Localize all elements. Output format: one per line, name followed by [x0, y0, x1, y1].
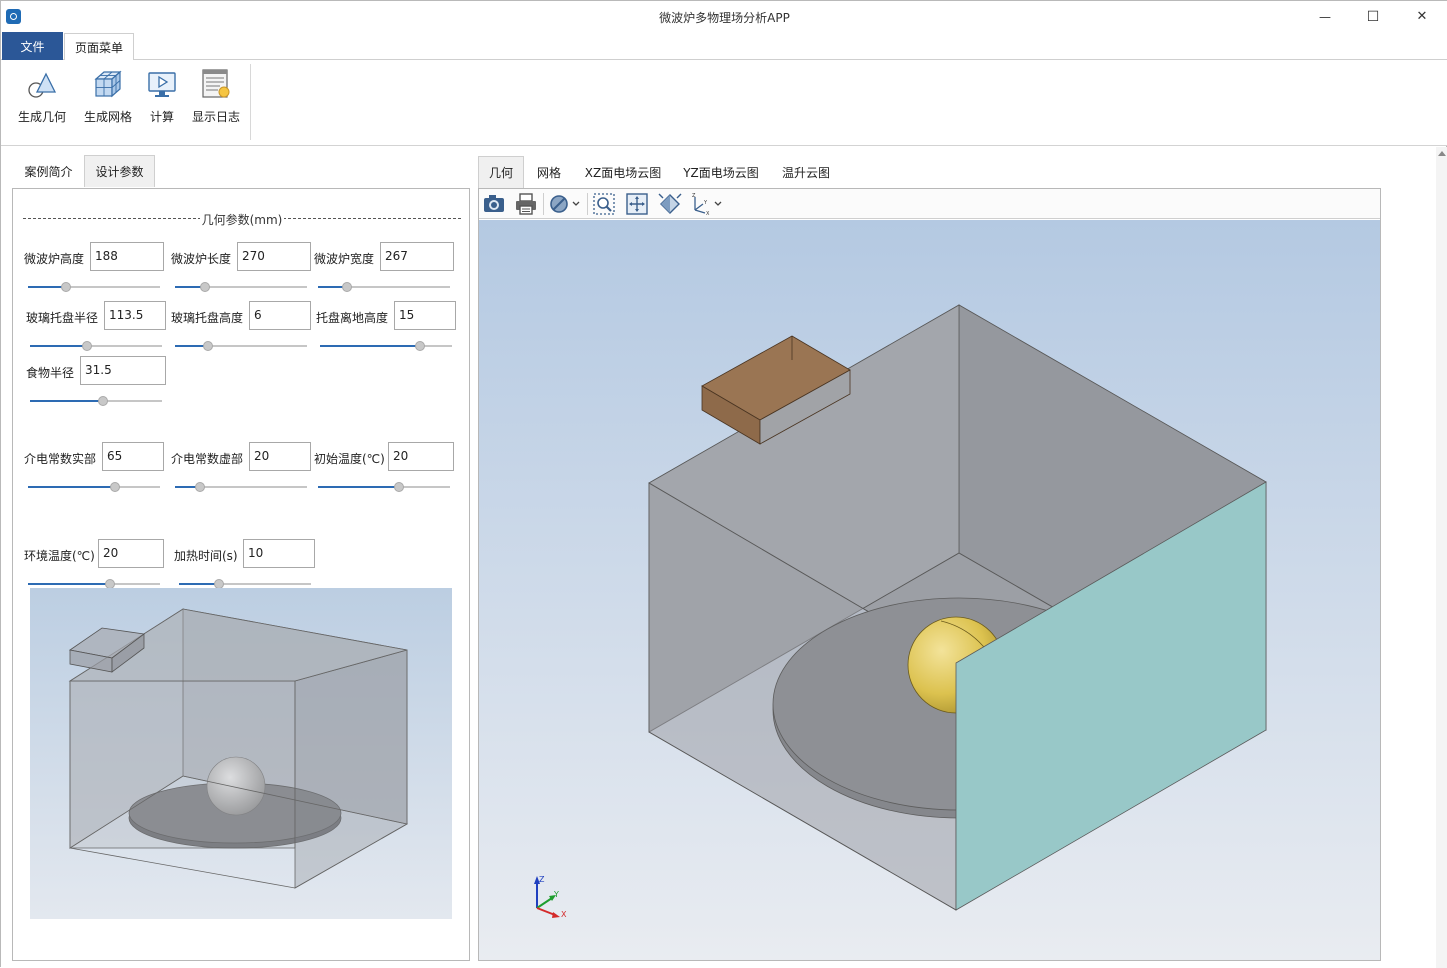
minimize-icon: —	[1319, 9, 1331, 24]
ribbon: 生成几何 生成网格 计算 显示日志	[1, 60, 1447, 146]
scroll-up-icon[interactable]	[1438, 151, 1446, 156]
axis-label-x: X	[561, 910, 567, 919]
axis-label-z: Z	[539, 875, 545, 884]
hide-icon[interactable]	[547, 192, 581, 216]
tab-xz-efield[interactable]: XZ面电场云图	[578, 156, 668, 188]
vertical-scrollbar[interactable]	[1436, 147, 1447, 968]
param-label: 微波炉长度	[171, 252, 232, 266]
tab-case-intro[interactable]: 案例简介	[13, 155, 84, 187]
svg-text:Y: Y	[703, 200, 708, 206]
app-window: 微波炉多物理场分析APP — ☐ ✕ 文件 页面菜单 生成几何 生成网格 计算 …	[0, 0, 1447, 968]
param-label: 介电常数虚部	[171, 452, 244, 466]
param-label: 初始温度(℃)	[314, 452, 385, 466]
maximize-icon: ☐	[1366, 8, 1380, 25]
tab-mesh[interactable]: 网格	[529, 156, 569, 188]
eps-real-slider[interactable]	[28, 482, 160, 492]
compute-monitor-icon	[148, 72, 176, 97]
tray-height-slider[interactable]	[175, 341, 307, 351]
print-icon[interactable]	[514, 192, 538, 216]
heat-time-input[interactable]: 10	[243, 539, 315, 568]
param-label: 环境温度(℃)	[24, 549, 95, 563]
geometry-viewer-panel: Z Y X Z Y X	[478, 188, 1381, 961]
rotate-view-icon[interactable]	[658, 192, 682, 216]
height-input[interactable]: 188	[90, 242, 164, 271]
close-button[interactable]: ✕	[1398, 1, 1446, 32]
tab-temperature-rise[interactable]: 温升云图	[773, 156, 839, 188]
3d-viewport[interactable]: Z Y X	[479, 220, 1380, 960]
file-menu-tab[interactable]: 文件	[2, 32, 63, 60]
toolbar-separator	[543, 193, 544, 215]
geometry-preview-image	[30, 588, 452, 919]
camera-icon[interactable]	[482, 192, 506, 216]
food-radius-slider[interactable]	[30, 396, 162, 406]
param-label: 玻璃托盘高度	[171, 311, 244, 325]
geometry-shapes-icon	[28, 72, 57, 98]
param-label: 食物半径	[26, 366, 75, 380]
param-label: 介电常数实部	[24, 452, 97, 466]
tab-design-params[interactable]: 设计参数	[84, 155, 155, 187]
show-log-button[interactable]: 显示日志	[189, 68, 243, 134]
eps-imag-input[interactable]: 20	[249, 442, 311, 471]
param-label: 加热时间(s)	[174, 549, 238, 563]
width-input[interactable]: 267	[380, 242, 454, 271]
food-radius-input[interactable]: 31.5	[80, 356, 166, 385]
eps-real-input[interactable]: 65	[102, 442, 164, 471]
menu-bar: 文件 页面菜单	[1, 32, 1447, 61]
tray-lift-slider[interactable]	[320, 341, 452, 351]
ribbon-label: 计算	[149, 110, 174, 124]
tray-height-input[interactable]: 6	[249, 301, 311, 330]
page-menu-tab[interactable]: 页面菜单	[64, 33, 134, 61]
viewer-toolbar: Z Y X	[479, 189, 1380, 219]
close-icon: ✕	[1416, 9, 1428, 24]
param-label: 玻璃托盘半径	[26, 311, 99, 325]
window-title: 微波炉多物理场分析APP	[659, 11, 790, 25]
tray-radius-slider[interactable]	[30, 341, 162, 351]
fit-view-icon[interactable]	[625, 192, 649, 216]
tab-geometry[interactable]: 几何	[478, 156, 524, 188]
svg-text:X: X	[706, 211, 710, 216]
tray-lift-input[interactable]: 15	[394, 301, 456, 330]
compute-button[interactable]: 计算	[145, 68, 179, 134]
param-label: 托盘离地高度	[316, 311, 389, 325]
ribbon-label: 生成几何	[17, 110, 66, 124]
mesh-cube-icon	[94, 70, 122, 98]
axis-label-y: Y	[553, 890, 559, 899]
log-document-icon	[202, 69, 230, 98]
tab-yz-efield[interactable]: YZ面电场云图	[678, 156, 764, 188]
eps-imag-slider[interactable]	[175, 482, 307, 492]
ribbon-label: 生成网格	[83, 110, 132, 124]
env-temp-input[interactable]: 20	[98, 539, 164, 568]
param-label: 微波炉高度	[24, 252, 85, 266]
ribbon-separator	[250, 64, 251, 140]
ribbon-label: 显示日志	[191, 110, 240, 124]
design-params-panel: 几何参数(mm) 微波炉高度 188 微波炉长度 270 微波炉宽度 267 玻…	[12, 188, 470, 961]
geometry-section-header: 几何参数(mm)	[23, 211, 461, 227]
length-input[interactable]: 270	[237, 242, 311, 271]
param-label: 微波炉宽度	[314, 252, 375, 266]
tray-radius-input[interactable]: 113.5	[104, 301, 166, 330]
svg-text:Z: Z	[692, 193, 696, 199]
init-temp-input[interactable]: 20	[388, 442, 454, 471]
maximize-button[interactable]: ☐	[1349, 1, 1397, 32]
axes-orientation-icon[interactable]: Z Y X	[689, 192, 725, 216]
toolbar-separator	[587, 193, 588, 215]
width-slider[interactable]	[318, 282, 450, 292]
init-temp-slider[interactable]	[318, 482, 450, 492]
zoom-box-icon[interactable]	[592, 192, 616, 216]
section-title: 几何参数(mm)	[199, 213, 285, 227]
length-slider[interactable]	[175, 282, 307, 292]
title-bar: 微波炉多物理场分析APP — ☐ ✕	[1, 1, 1447, 32]
generate-geometry-button[interactable]: 生成几何	[15, 68, 69, 134]
height-slider[interactable]	[28, 282, 160, 292]
generate-mesh-button[interactable]: 生成网格	[81, 68, 135, 134]
minimize-button[interactable]: —	[1301, 1, 1349, 32]
